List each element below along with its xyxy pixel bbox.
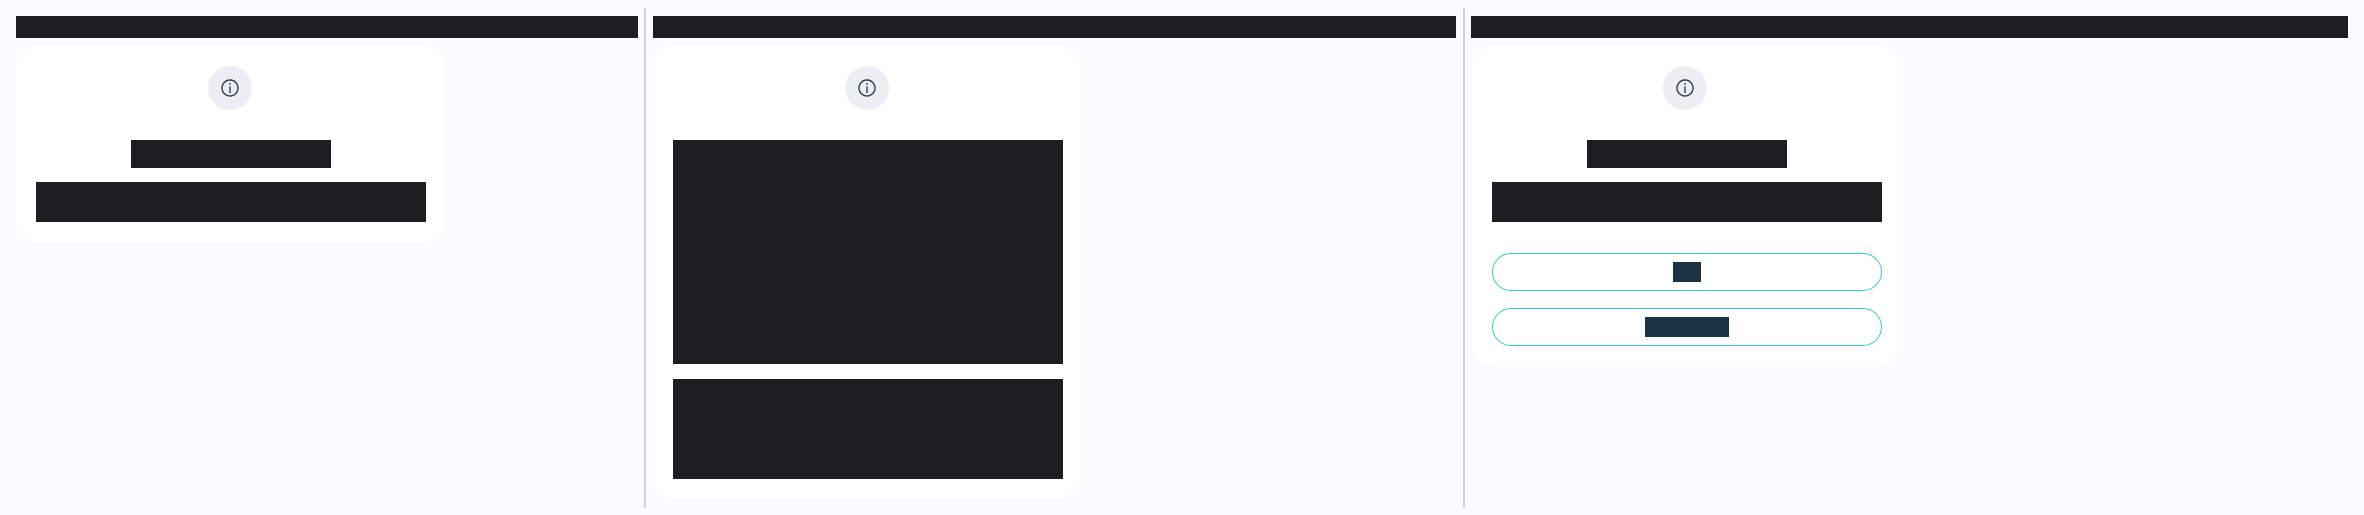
panel-2-dialog-message <box>673 379 1063 479</box>
panel-2-header <box>653 16 1456 38</box>
panel-1-header <box>16 16 638 38</box>
panel-1-dialog-title <box>131 140 331 168</box>
panel-3-header <box>1471 16 2348 38</box>
panel-2-dialog-card <box>654 46 1080 498</box>
panel-1-info-badge <box>208 66 252 110</box>
dialog-primary-button-label <box>1673 262 1701 282</box>
panel-1-dialog-card <box>16 46 444 242</box>
panel-3-dialog-card <box>1472 46 1898 366</box>
dialog-secondary-button[interactable] <box>1492 308 1882 346</box>
dialog-primary-button[interactable] <box>1492 253 1882 291</box>
panel-1-dialog-message <box>36 182 426 222</box>
panel-3-dialog-message <box>1492 182 1882 222</box>
info-icon <box>1675 78 1695 98</box>
screens-comparison <box>0 0 2364 515</box>
panel-divider-2 <box>1463 8 1465 508</box>
panel-2-info-badge <box>845 66 889 110</box>
panel-divider-1 <box>644 8 646 508</box>
info-icon <box>857 78 877 98</box>
panel-3-info-badge <box>1663 66 1707 110</box>
panel-2-dialog-title <box>673 140 1063 364</box>
info-icon <box>220 78 240 98</box>
panel-3-dialog-title <box>1587 140 1787 168</box>
dialog-secondary-button-label <box>1645 317 1729 337</box>
